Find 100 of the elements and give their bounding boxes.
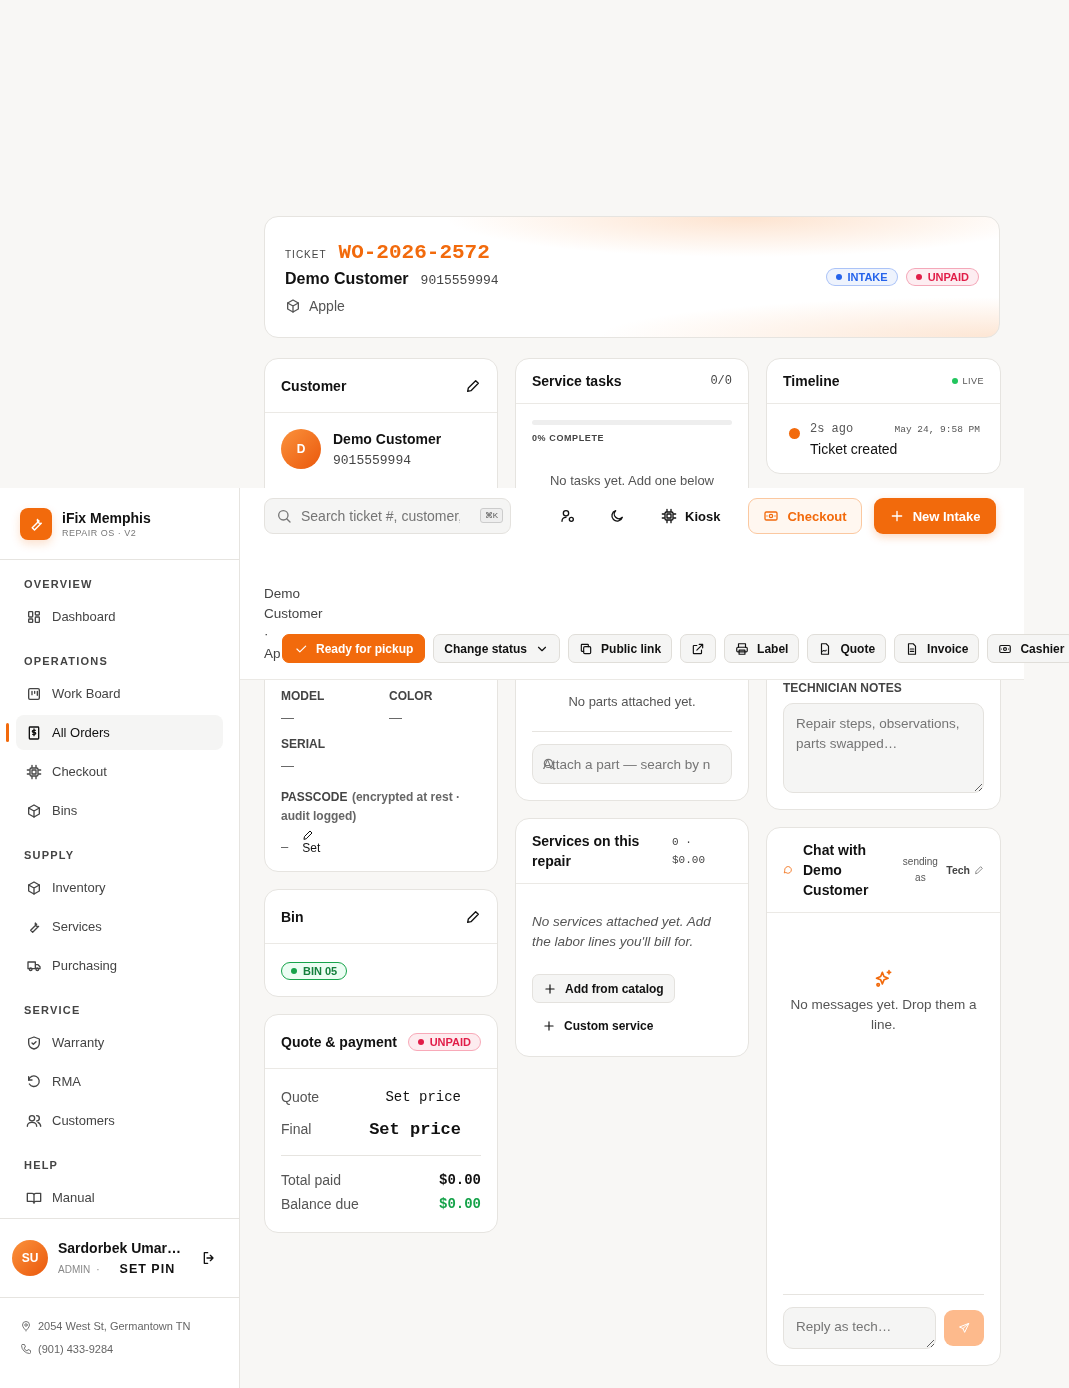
nav-item[interactable]: RMA bbox=[16, 1064, 223, 1099]
nav-item[interactable]: Checkout bbox=[16, 754, 223, 789]
dashboard-icon bbox=[26, 608, 42, 625]
nav-item[interactable]: Customers bbox=[16, 1103, 223, 1138]
nav-item[interactable]: Inventory bbox=[16, 870, 223, 905]
send-icon bbox=[958, 1322, 970, 1334]
card-title: Chat with Demo Customer bbox=[803, 841, 870, 900]
card-title: Customer bbox=[281, 377, 347, 394]
nav-item[interactable]: Dashboard bbox=[16, 599, 223, 634]
separator: · bbox=[96, 1263, 100, 1275]
action-button[interactable]: Invoice bbox=[894, 634, 980, 663]
pencil-icon bbox=[974, 865, 984, 875]
field-value: — bbox=[281, 710, 295, 725]
sender-button[interactable]: Tech bbox=[946, 864, 984, 876]
notes-field[interactable]: Repair steps, observations, parts swapped… bbox=[783, 703, 984, 793]
field-label: COLOR bbox=[389, 689, 434, 703]
pencil-icon bbox=[465, 377, 481, 394]
printer-icon bbox=[735, 641, 750, 656]
action-button[interactable]: Cashier bbox=[987, 634, 1069, 663]
shortcut-key: ⌘K bbox=[479, 508, 503, 523]
card-title: Timeline bbox=[783, 373, 840, 389]
store-phone: (901) 433-9284 bbox=[38, 1342, 114, 1355]
reply-field[interactable]: Reply as tech… bbox=[783, 1307, 936, 1349]
empty-message: No messages yet. Drop them a line. bbox=[789, 996, 978, 1034]
nav-item[interactable]: Purchasing bbox=[16, 948, 223, 983]
status-badge: UNPAID bbox=[905, 268, 979, 286]
price-label: Quote bbox=[281, 1089, 320, 1105]
nav-item[interactable]: Services bbox=[16, 909, 223, 944]
action-button[interactable]: Change status bbox=[433, 634, 561, 663]
copy-icon bbox=[579, 641, 594, 656]
edit-button[interactable] bbox=[465, 908, 481, 925]
customer-name: Demo Customer bbox=[285, 269, 409, 288]
live-indicator: LIVE bbox=[952, 376, 984, 386]
nav-item[interactable]: Warranty bbox=[16, 1025, 223, 1060]
customer-phone: 9015559994 bbox=[420, 272, 499, 288]
plus-icon bbox=[542, 1018, 556, 1033]
total-value: $0.00 bbox=[439, 1196, 481, 1212]
nav-item[interactable]: Work Board bbox=[16, 676, 223, 711]
device-brand: Apple bbox=[309, 297, 345, 314]
kiosk-button[interactable]: Kiosk bbox=[661, 508, 721, 524]
price-label: Final bbox=[281, 1121, 312, 1137]
action-button[interactable]: Label bbox=[724, 634, 800, 663]
pencil-icon bbox=[302, 829, 315, 841]
open-link-button[interactable] bbox=[680, 634, 717, 663]
user-avatar: SU bbox=[12, 1240, 48, 1276]
field-value: — bbox=[281, 758, 295, 773]
card-title: Services on this repair bbox=[532, 832, 641, 871]
task-count: 0/0 bbox=[710, 374, 732, 388]
undo-icon bbox=[26, 1073, 42, 1090]
bin-tag: BIN 05 bbox=[281, 962, 348, 980]
add-service-button[interactable]: Custom service bbox=[532, 1011, 664, 1040]
event-text: Ticket created bbox=[810, 441, 899, 457]
breadcrumb: · bbox=[264, 625, 269, 643]
card-title: Bin bbox=[281, 908, 304, 925]
receipt-icon bbox=[26, 724, 42, 741]
external-link-icon bbox=[691, 641, 706, 656]
action-button[interactable]: Quote bbox=[807, 634, 887, 663]
services-summary: 0 · $0.00 bbox=[672, 835, 706, 868]
store-address: 2054 West St, Germantown TN bbox=[38, 1319, 191, 1332]
action-button[interactable]: Public link bbox=[568, 634, 673, 663]
box-icon bbox=[26, 802, 42, 819]
event-dot bbox=[789, 428, 800, 439]
empty-message: No tasks yet. Add one below bbox=[548, 473, 715, 488]
card-title: Service tasks bbox=[532, 373, 622, 389]
section-label: SUPPLY bbox=[23, 849, 76, 861]
plus-icon bbox=[543, 981, 557, 996]
customer-name: Demo Customer bbox=[333, 430, 442, 447]
empty-message: No parts attached yet. bbox=[567, 694, 697, 709]
nav-item[interactable]: Bins bbox=[16, 793, 223, 828]
set-pin-button[interactable]: SET PIN bbox=[119, 1262, 176, 1276]
cash-icon bbox=[763, 508, 780, 524]
add-service-button[interactable]: Add from catalog bbox=[532, 974, 675, 1003]
nav-item[interactable]: Manual bbox=[16, 1180, 223, 1215]
user-gear-icon bbox=[560, 508, 576, 524]
user-name: Sardorbek Umar… bbox=[58, 1240, 182, 1256]
empty-message: No services attached yet. Add the labor lines you'll bill for. bbox=[532, 913, 712, 951]
brand-name: iFix Memphis bbox=[62, 509, 151, 526]
chat-icon bbox=[783, 865, 793, 875]
card-title: Quote & payment bbox=[281, 1033, 397, 1050]
customer-phone: 9015559994 bbox=[333, 452, 412, 468]
ticket-label: TICKET bbox=[285, 248, 327, 260]
search-icon bbox=[276, 508, 292, 524]
nav-item[interactable]: All Orders bbox=[16, 715, 223, 750]
section-label: SERVICE bbox=[23, 1004, 82, 1016]
box-icon bbox=[285, 297, 301, 314]
chip-icon bbox=[26, 763, 42, 780]
set-passcode-button[interactable]: Set bbox=[302, 829, 321, 855]
edit-button[interactable] bbox=[465, 377, 481, 394]
sending-as-label: sending as bbox=[901, 855, 939, 885]
status-badge: UNPAID bbox=[407, 1032, 481, 1051]
breadcrumb: Demo Customer bbox=[264, 585, 324, 623]
user-role: ADMIN bbox=[58, 1263, 91, 1275]
progress-label: 0% COMPLETE bbox=[532, 433, 606, 443]
set-price-button[interactable]: Set price bbox=[369, 1119, 481, 1139]
sparkle-icon bbox=[873, 969, 894, 989]
field-label: PASSCODE (encrypted at rest · audit logged) bbox=[281, 789, 461, 825]
users-icon bbox=[26, 1112, 42, 1129]
set-price-button[interactable]: Set price bbox=[385, 1089, 481, 1105]
field-label: MODEL bbox=[281, 689, 326, 703]
total-value: $0.00 bbox=[439, 1172, 481, 1188]
